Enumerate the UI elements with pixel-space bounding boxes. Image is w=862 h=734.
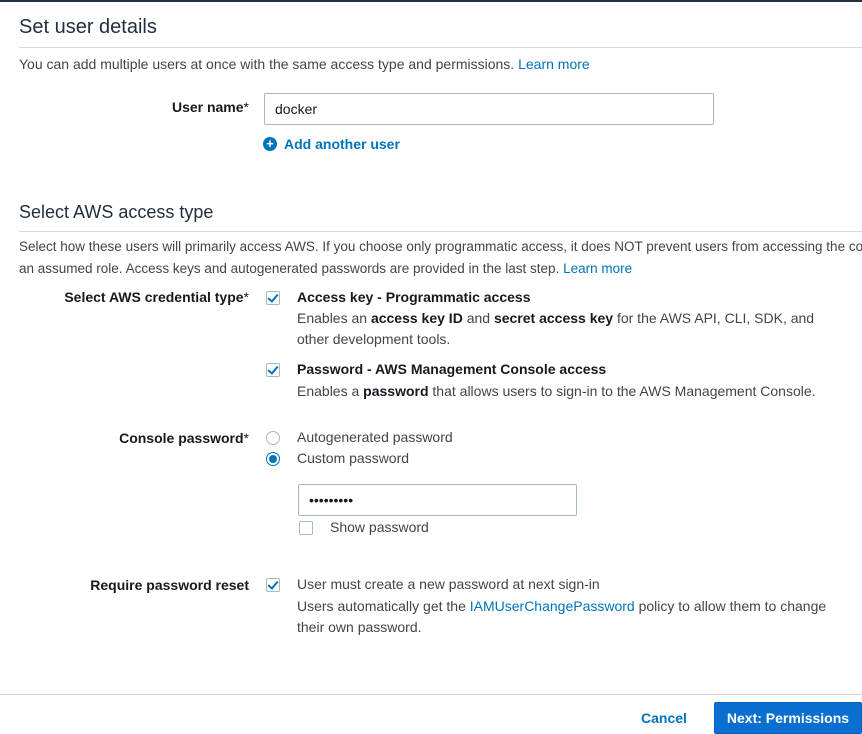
learn-more-link[interactable]: Learn more	[563, 261, 632, 276]
access-key-title: Access key - Programmatic access	[297, 289, 531, 305]
console-access-description: Enables a password that allows users to …	[297, 383, 816, 399]
iam-policy-link[interactable]: IAMUserChangePassword	[470, 598, 635, 614]
show-password-label: Show password	[330, 519, 429, 535]
cancel-button[interactable]: Cancel	[634, 706, 694, 730]
password-reset-description-line2: their own password.	[297, 619, 422, 635]
show-password-checkbox[interactable]	[299, 521, 313, 535]
iam-add-user-page: Set user details You can add multiple us…	[0, 0, 862, 734]
plus-circle-icon: +	[263, 137, 277, 151]
password-reset-option-label: User must create a new password at next …	[297, 576, 600, 592]
section-title-user-details: Set user details	[19, 16, 157, 38]
autogenerated-password-label: Autogenerated password	[297, 429, 453, 445]
credential-type-label: Select AWS credential type*	[64, 289, 249, 305]
divider	[19, 47, 862, 48]
custom-password-label: Custom password	[297, 450, 410, 466]
custom-password-input[interactable]	[298, 484, 577, 516]
access-key-checkbox[interactable]	[266, 291, 280, 305]
add-another-user-button[interactable]: + Add another user	[263, 136, 400, 152]
next-permissions-button[interactable]: Next: Permissions	[714, 702, 862, 734]
user-name-label: User name*	[171, 99, 249, 115]
console-access-title: Password - AWS Management Console access	[297, 361, 607, 377]
learn-more-link[interactable]: Learn more	[518, 56, 590, 72]
divider	[19, 231, 862, 232]
footer-divider	[0, 694, 862, 695]
password-reset-checkbox[interactable]	[266, 578, 280, 592]
console-access-checkbox[interactable]	[266, 363, 280, 377]
user-name-input[interactable]	[264, 93, 714, 125]
console-password-label: Console password*	[119, 430, 249, 446]
access-key-description: Enables an access key ID and secret acce…	[297, 310, 815, 326]
add-another-user-label: Add another user	[284, 136, 400, 152]
password-reset-description: Users automatically get the IAMUserChang…	[297, 598, 827, 614]
user-details-description: You can add multiple users at once with …	[19, 56, 590, 72]
section-title-access-type: Select AWS access type	[19, 202, 214, 222]
access-type-description-line2: an assumed role. Access keys and autogen…	[19, 261, 633, 276]
access-type-description-line1: Select how these users will primarily ac…	[19, 239, 862, 254]
custom-password-radio[interactable]	[266, 452, 280, 466]
access-key-description-line2: other development tools.	[297, 331, 451, 347]
require-password-reset-label: Require password reset	[90, 577, 249, 593]
autogenerated-password-radio[interactable]	[266, 431, 280, 445]
